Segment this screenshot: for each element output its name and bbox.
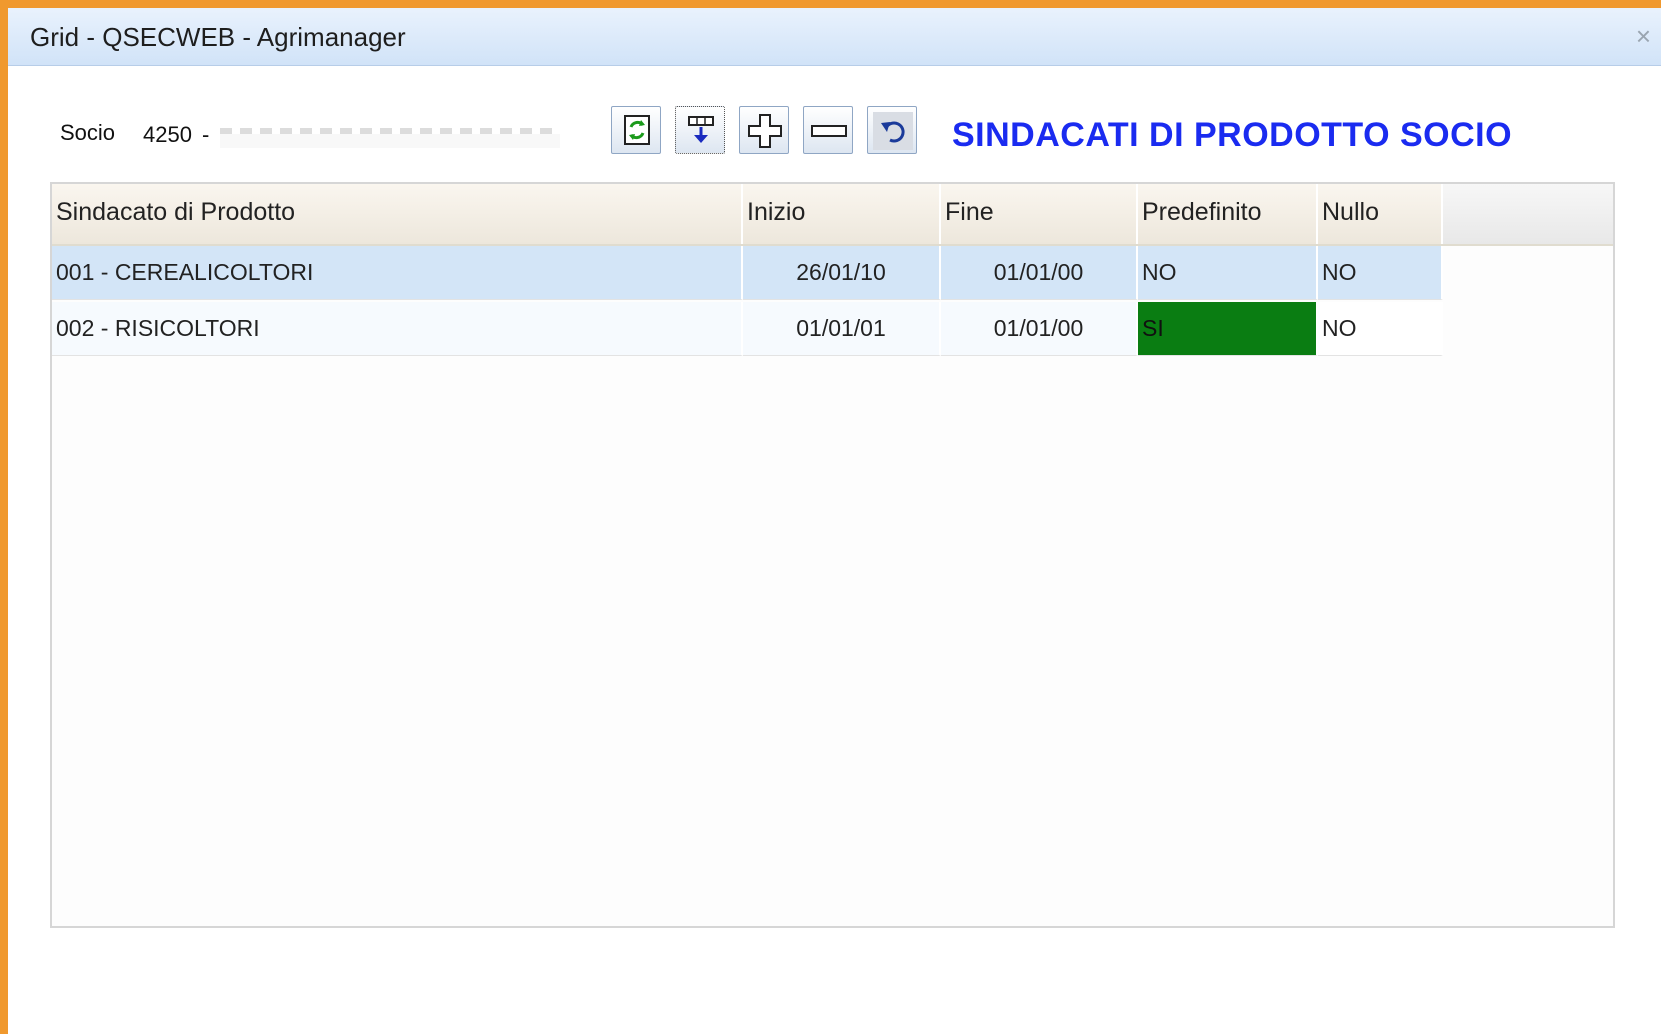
cell-inizio[interactable]: 26/01/10 [743, 246, 941, 300]
cell-predefinito[interactable]: NO [1138, 246, 1318, 300]
filter-down-button[interactable] [675, 106, 725, 154]
data-grid: Sindacato di Prodotto Inizio Fine Predef… [50, 182, 1615, 928]
cell-nullo[interactable]: NO [1318, 302, 1443, 356]
cell-predefinito[interactable]: SI [1138, 302, 1318, 356]
cell-nullo[interactable]: NO [1318, 246, 1443, 300]
cell-fine[interactable]: 01/01/00 [941, 246, 1138, 300]
column-header-inizio[interactable]: Inizio [743, 184, 941, 244]
cell-fine[interactable]: 01/01/00 [941, 302, 1138, 356]
grid-header: Sindacato di Prodotto Inizio Fine Predef… [52, 184, 1613, 246]
title-bar[interactable]: Grid - QSECWEB - Agrimanager × [8, 8, 1661, 66]
column-header-sindacato[interactable]: Sindacato di Prodotto [52, 184, 743, 244]
undo-button[interactable] [867, 106, 917, 154]
window-title: Grid - QSECWEB - Agrimanager [30, 22, 406, 52]
undo-icon [873, 112, 913, 150]
grid-header-filler [1443, 184, 1613, 244]
socio-separator: - [202, 122, 210, 147]
minus-icon [811, 125, 847, 137]
close-button[interactable]: × [1636, 22, 1651, 50]
plus-icon [748, 114, 782, 148]
table-row[interactable]: 001 - CEREALICOLTORI 26/01/10 01/01/00 N… [52, 246, 1613, 300]
socio-label: Socio [60, 120, 116, 145]
table-row[interactable]: 002 - RISICOLTORI 01/01/01 01/01/00 SI N… [52, 302, 1613, 356]
remove-button[interactable] [803, 106, 853, 154]
column-header-fine[interactable]: Fine [941, 184, 1138, 244]
socio-name-redacted [220, 128, 560, 148]
socio-code: 4250 [143, 122, 192, 147]
dialog-window: Grid - QSECWEB - Agrimanager × Socio 425… [0, 0, 1661, 1034]
cell-inizio[interactable]: 01/01/01 [743, 302, 941, 356]
add-button[interactable] [739, 106, 789, 154]
column-header-predefinito[interactable]: Predefinito [1138, 184, 1318, 244]
cell-sindacato[interactable]: 002 - RISICOLTORI [52, 302, 743, 356]
cell-sindacato[interactable]: 001 - CEREALICOLTORI [52, 246, 743, 300]
refresh-button[interactable] [611, 106, 661, 154]
refresh-icon [624, 115, 650, 145]
page-heading: SINDACATI DI PRODOTTO SOCIO [952, 116, 1513, 154]
filter-down-icon [688, 116, 714, 143]
column-header-nullo[interactable]: Nullo [1318, 184, 1443, 244]
